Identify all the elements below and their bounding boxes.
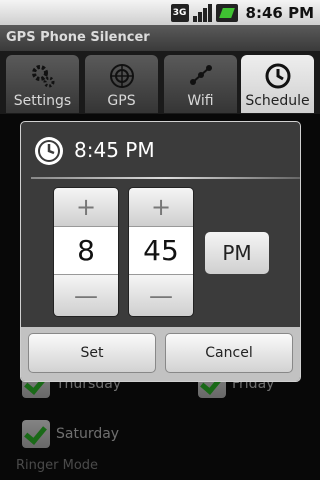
tab-settings-label: Settings [13, 93, 72, 109]
status-time: 8:46 PM [245, 3, 314, 22]
tab-bar: Settings GPS Wifi Schedule [0, 51, 320, 114]
clock-icon [265, 63, 290, 89]
minute-value[interactable]: 45 [129, 227, 193, 275]
hour-increment-button[interactable]: + [54, 188, 118, 227]
minute-picker: + 45 — [129, 188, 193, 316]
dialog-button-bar: Set Cancel [21, 327, 300, 381]
clock-icon [35, 137, 63, 165]
time-picker-dialog: 8:45 PM + 8 — + 45 — PM Set Cancel [20, 121, 301, 382]
tab-settings[interactable]: Settings [6, 55, 79, 113]
hour-value[interactable]: 8 [54, 227, 118, 275]
tab-wifi[interactable]: Wifi [164, 55, 237, 113]
wifi-icon [189, 65, 212, 85]
hour-decrement-button[interactable]: — [54, 275, 118, 316]
app-title: GPS Phone Silencer [0, 25, 320, 51]
network-3g-icon: 3G [170, 3, 189, 22]
status-icons: 3G 8:46 PM [170, 2, 314, 23]
ampm-toggle-button[interactable]: PM [205, 232, 269, 274]
hour-picker: + 8 — [54, 188, 118, 316]
status-bar: 3G 8:46 PM [0, 0, 320, 25]
tab-gps-label: GPS [107, 93, 136, 109]
minute-decrement-button[interactable]: — [129, 275, 193, 316]
gears-icon [31, 65, 54, 88]
tab-wifi-label: Wifi [187, 93, 214, 109]
battery-icon [215, 3, 238, 22]
set-button[interactable]: Set [28, 333, 156, 373]
dialog-title: 8:45 PM [74, 138, 155, 162]
minute-increment-button[interactable]: + [129, 188, 193, 227]
dialog-divider [31, 177, 300, 179]
cancel-button[interactable]: Cancel [165, 333, 293, 373]
signal-icon [192, 3, 212, 22]
tab-schedule[interactable]: Schedule [241, 55, 314, 113]
dialog-header: 8:45 PM [21, 122, 300, 180]
tab-gps[interactable]: GPS [85, 55, 158, 113]
tab-schedule-label: Schedule [245, 93, 310, 109]
radar-icon [109, 64, 134, 88]
